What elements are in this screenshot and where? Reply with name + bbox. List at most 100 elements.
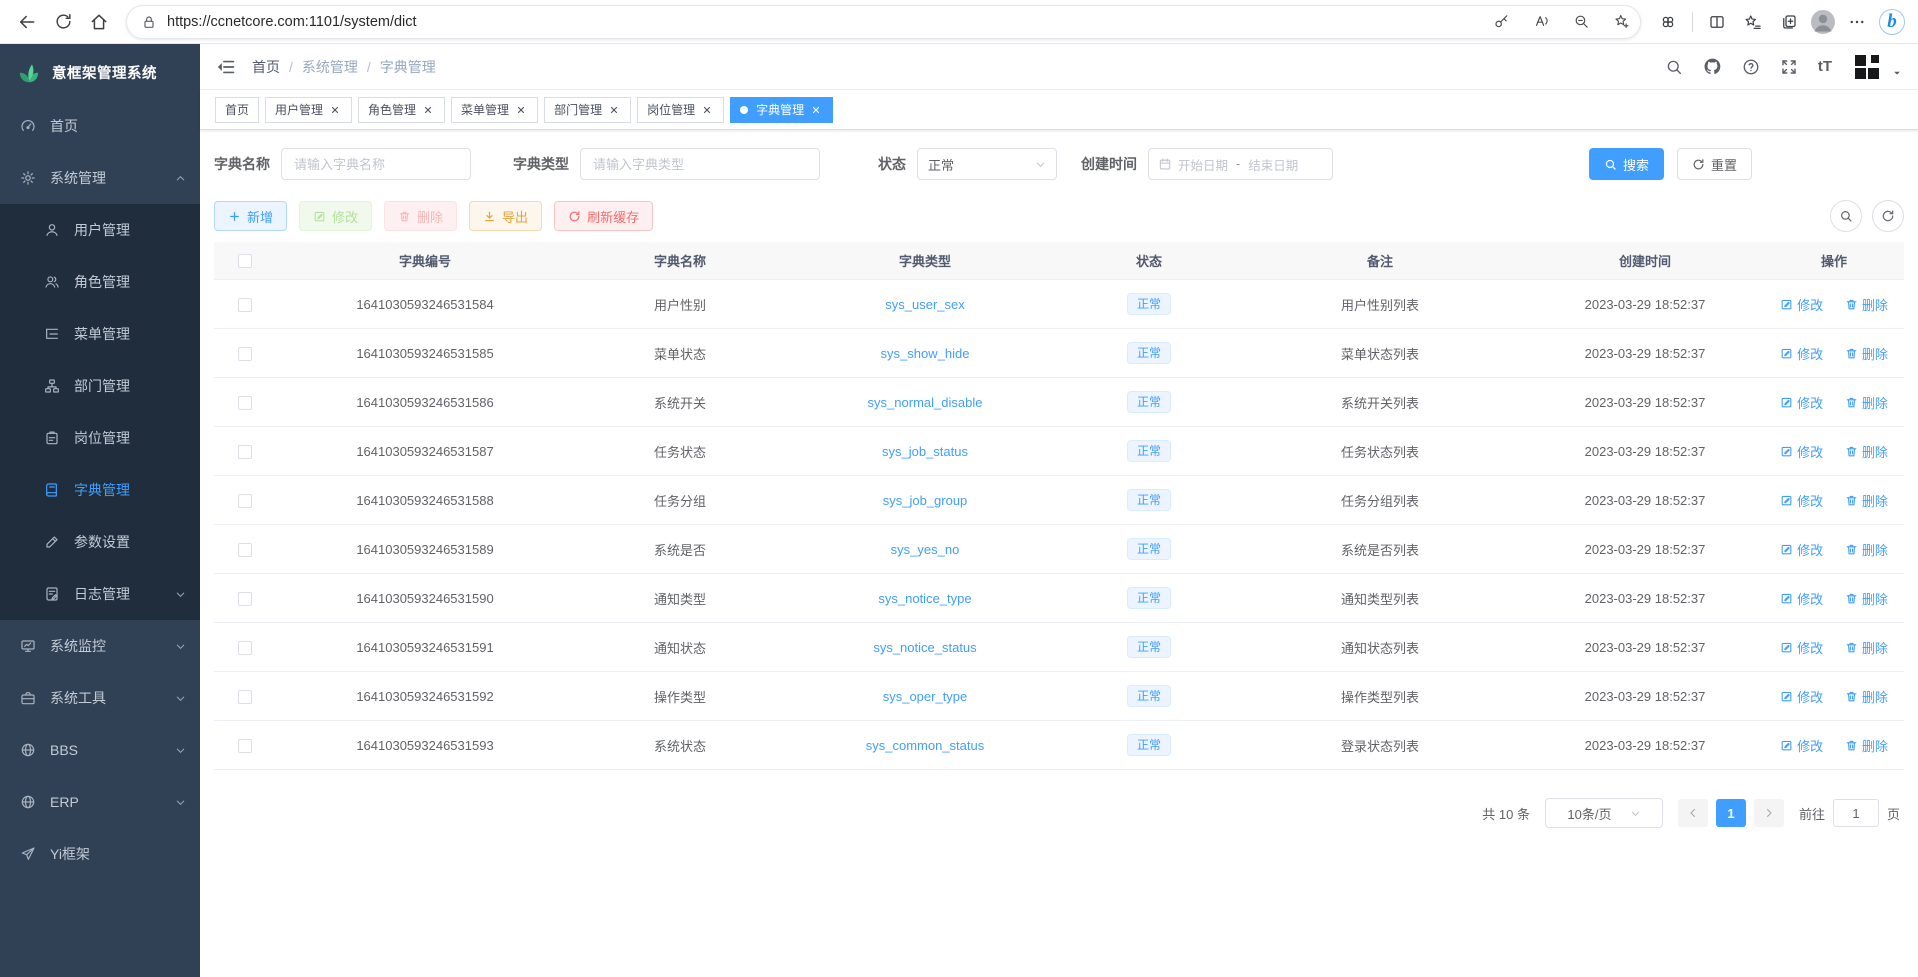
tab-home[interactable]: 首页 [215, 97, 259, 123]
dict-type-link[interactable]: sys_user_sex [885, 297, 964, 312]
tab-user-mgmt[interactable]: 用户管理 [265, 97, 352, 123]
add-button[interactable]: 新增 [214, 201, 287, 231]
address-bar[interactable]: https://ccnetcore.com:1101/system/dict [126, 5, 1641, 39]
row-checkbox[interactable] [238, 396, 252, 410]
browser-settings-more-button[interactable] [1840, 5, 1874, 39]
page-size-select[interactable]: 10条/页 [1545, 798, 1663, 828]
sidebar-item-yi-framework[interactable]: Yi框架 [0, 828, 200, 880]
browser-refresh-button[interactable] [46, 5, 80, 39]
sidebar-item-system-tools[interactable]: 系统工具 [0, 672, 200, 724]
row-edit-button[interactable]: 修改 [1780, 491, 1823, 510]
sidebar-item-system-mgmt[interactable]: 系统管理 [0, 152, 200, 204]
fullscreen-button[interactable] [1780, 58, 1798, 76]
collections-button[interactable] [1772, 5, 1806, 39]
close-icon[interactable] [421, 103, 435, 117]
row-edit-button[interactable]: 修改 [1780, 687, 1823, 706]
sidebar-item-post-mgmt[interactable]: 岗位管理 [0, 412, 200, 464]
avatar-caret-icon[interactable] [1892, 68, 1902, 78]
sidebar-item-menu-mgmt[interactable]: 菜单管理 [0, 308, 200, 360]
tab-role-mgmt[interactable]: 角色管理 [358, 97, 445, 123]
next-page-button[interactable] [1754, 799, 1784, 827]
row-delete-button[interactable]: 删除 [1845, 344, 1888, 363]
row-edit-button[interactable]: 修改 [1780, 638, 1823, 657]
close-icon[interactable] [809, 103, 823, 117]
row-checkbox[interactable] [238, 445, 252, 459]
dict-type-link[interactable]: sys_notice_type [878, 591, 971, 606]
status-select[interactable]: 正常 [917, 148, 1057, 180]
tab-dept-mgmt[interactable]: 部门管理 [544, 97, 631, 123]
password-key-button[interactable] [1486, 7, 1516, 37]
select-all-checkbox[interactable] [238, 254, 252, 268]
header-search-button[interactable] [1665, 58, 1683, 76]
url-text[interactable]: https://ccnetcore.com:1101/system/dict [167, 14, 1476, 30]
row-delete-button[interactable]: 删除 [1845, 589, 1888, 608]
sidebar-item-home[interactable]: 首页 [0, 100, 200, 152]
dict-type-link[interactable]: sys_oper_type [883, 689, 968, 704]
read-aloud-button[interactable] [1526, 7, 1556, 37]
sidebar-item-user-mgmt[interactable]: 用户管理 [0, 204, 200, 256]
row-delete-button[interactable]: 删除 [1845, 442, 1888, 461]
dict-type-link[interactable]: sys_show_hide [881, 346, 970, 361]
sidebar-item-bbs[interactable]: BBS [0, 724, 200, 776]
browser-profile-button[interactable] [1808, 7, 1838, 37]
sidebar-item-dict-mgmt[interactable]: 字典管理 [0, 464, 200, 516]
dict-type-link[interactable]: sys_normal_disable [868, 395, 983, 410]
sidebar-item-param-settings[interactable]: 参数设置 [0, 516, 200, 568]
copilot-bing-button[interactable]: b [1876, 6, 1908, 38]
row-checkbox[interactable] [238, 543, 252, 557]
search-button[interactable]: 搜索 [1589, 148, 1664, 180]
dict-type-link[interactable]: sys_yes_no [891, 542, 960, 557]
row-checkbox[interactable] [238, 494, 252, 508]
github-button[interactable] [1703, 57, 1722, 76]
current-page-button[interactable]: 1 [1716, 799, 1746, 827]
row-checkbox[interactable] [238, 641, 252, 655]
dict-type-link[interactable]: sys_job_group [883, 493, 968, 508]
favorites-button[interactable] [1736, 5, 1770, 39]
date-range-picker[interactable]: 开始日期 - 结束日期 [1148, 148, 1333, 180]
row-delete-button[interactable]: 删除 [1845, 393, 1888, 412]
sidebar-item-erp[interactable]: ERP [0, 776, 200, 828]
row-delete-button[interactable]: 删除 [1845, 491, 1888, 510]
row-edit-button[interactable]: 修改 [1780, 540, 1823, 559]
sidebar-item-dept-mgmt[interactable]: 部门管理 [0, 360, 200, 412]
breadcrumb-home[interactable]: 首页 [252, 57, 280, 77]
sidebar-item-system-monitor[interactable]: 系统监控 [0, 620, 200, 672]
row-edit-button[interactable]: 修改 [1780, 295, 1823, 314]
dict-type-link[interactable]: sys_job_status [882, 444, 968, 459]
row-delete-button[interactable]: 删除 [1845, 638, 1888, 657]
breadcrumb-system-mgmt[interactable]: 系统管理 [302, 57, 358, 77]
user-avatar[interactable] [1852, 52, 1882, 82]
row-delete-button[interactable]: 删除 [1845, 736, 1888, 755]
toggle-search-button[interactable] [1830, 200, 1862, 232]
dict-type-input[interactable] [580, 148, 820, 180]
export-button[interactable]: 导出 [469, 201, 542, 231]
row-delete-button[interactable]: 删除 [1845, 295, 1888, 314]
row-checkbox[interactable] [238, 690, 252, 704]
browser-extensions-button[interactable] [1651, 5, 1685, 39]
dict-type-link[interactable]: sys_notice_status [873, 640, 976, 655]
row-delete-button[interactable]: 删除 [1845, 687, 1888, 706]
goto-page-input[interactable] [1833, 799, 1879, 827]
font-size-button[interactable]: tT [1818, 58, 1832, 75]
dict-name-input[interactable] [281, 148, 471, 180]
row-checkbox[interactable] [238, 298, 252, 312]
row-edit-button[interactable]: 修改 [1780, 736, 1823, 755]
browser-home-button[interactable] [82, 5, 116, 39]
close-icon[interactable] [514, 103, 528, 117]
tab-menu-mgmt[interactable]: 菜单管理 [451, 97, 538, 123]
tab-post-mgmt[interactable]: 岗位管理 [637, 97, 724, 123]
close-icon[interactable] [328, 103, 342, 117]
row-edit-button[interactable]: 修改 [1780, 442, 1823, 461]
edit-button[interactable]: 修改 [299, 201, 372, 231]
refresh-table-button[interactable] [1872, 200, 1904, 232]
sidebar-item-role-mgmt[interactable]: 角色管理 [0, 256, 200, 308]
close-icon[interactable] [607, 103, 621, 117]
row-edit-button[interactable]: 修改 [1780, 344, 1823, 363]
row-edit-button[interactable]: 修改 [1780, 589, 1823, 608]
reset-button[interactable]: 重置 [1677, 148, 1752, 180]
help-button[interactable] [1742, 58, 1760, 76]
row-edit-button[interactable]: 修改 [1780, 393, 1823, 412]
close-icon[interactable] [700, 103, 714, 117]
prev-page-button[interactable] [1678, 799, 1708, 827]
tab-dict-mgmt[interactable]: 字典管理 [730, 97, 833, 123]
